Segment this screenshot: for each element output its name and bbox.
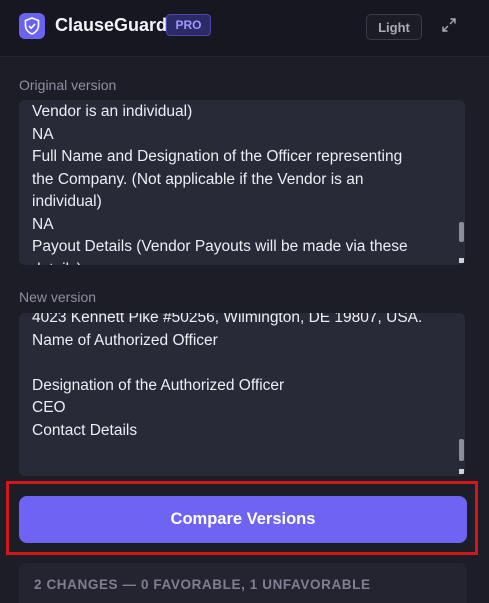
original-scrollbar[interactable] — [457, 100, 465, 265]
changes-summary-text: 2 CHANGES — 0 FAVORABLE, 1 UNFAVORABLE — [34, 577, 371, 592]
new-version-text[interactable]: 4023 Kennett Pike #50256, Wilmington, DE… — [32, 313, 451, 442]
original-version-label: Original version — [19, 77, 117, 93]
shield-icon — [19, 13, 45, 39]
new-scroll-thumb[interactable] — [459, 439, 464, 461]
app-header: ClauseGuard PRO Light — [0, 0, 489, 57]
original-version-box[interactable]: Vendor is an individual) NA Full Name an… — [19, 100, 465, 265]
changes-summary-bar[interactable]: 2 CHANGES — 0 FAVORABLE, 1 UNFAVORABLE — [19, 563, 467, 603]
new-version-box[interactable]: 4023 Kennett Pike #50256, Wilmington, DE… — [19, 313, 465, 476]
scroll-down-icon[interactable] — [459, 258, 464, 263]
app-title: ClauseGuard — [55, 15, 168, 35]
theme-toggle-button[interactable]: Light — [366, 14, 422, 40]
expand-icon[interactable] — [438, 14, 460, 36]
scroll-down-icon[interactable] — [459, 469, 464, 474]
new-scrollbar[interactable] — [457, 313, 465, 476]
original-scroll-thumb[interactable] — [459, 222, 464, 242]
new-version-label: New version — [19, 289, 97, 305]
original-version-text[interactable]: Vendor is an individual) NA Full Name an… — [32, 101, 451, 265]
pro-badge: PRO — [166, 14, 211, 36]
highlight-frame — [6, 481, 478, 555]
